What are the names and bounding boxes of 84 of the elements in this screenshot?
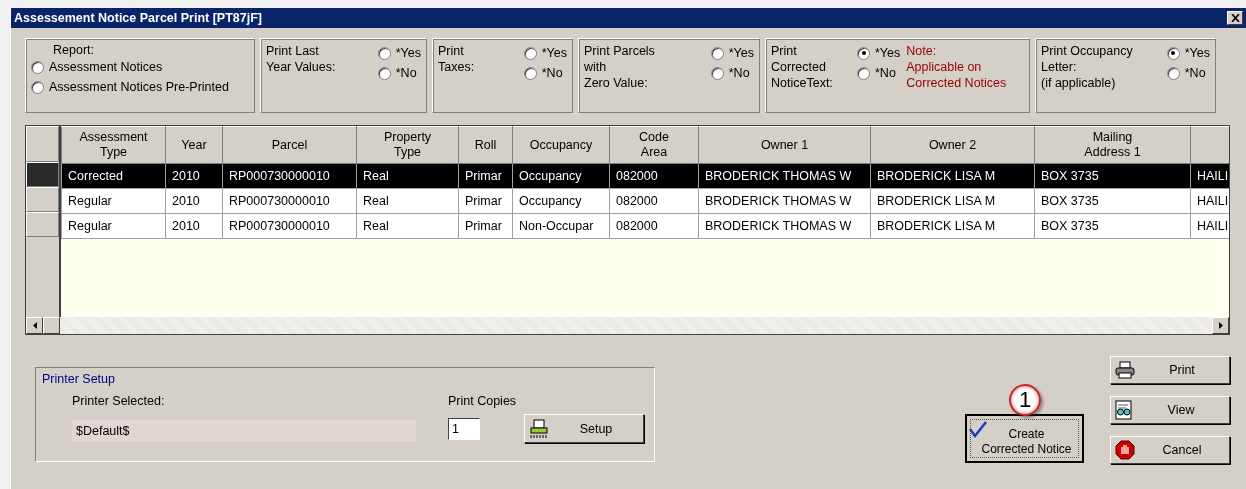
radio-label: *Yes: [395, 46, 421, 60]
printer-value: $Default$: [72, 420, 416, 442]
table-cell: RP000730000010: [222, 188, 357, 214]
table-cell: BRODERICK LISA M: [870, 163, 1035, 189]
radio-label: *No: [875, 66, 896, 80]
radio-label: *Yes: [728, 46, 754, 60]
radio-button[interactable]: [523, 46, 537, 60]
printer-icon: [1115, 361, 1135, 379]
field-label: Print Copies: [448, 394, 518, 408]
view-button[interactable]: View: [1110, 396, 1230, 424]
radio-label: *Yes: [875, 46, 901, 60]
copies-field[interactable]: 1: [448, 417, 480, 440]
table-cell: Regular: [61, 213, 166, 239]
left-arrow-icon: [32, 322, 37, 329]
column-header[interactable]: Owner 1: [698, 126, 871, 164]
table-cell: Real: [356, 188, 459, 214]
table-cell: Real: [356, 213, 459, 239]
radio-label: *No: [728, 66, 750, 80]
create-corrected-notice-button[interactable]: Create Corrected Notice: [965, 414, 1084, 463]
table-cell: BRODERICK LISA M: [870, 213, 1035, 239]
printer-icon: [529, 418, 549, 439]
scroll-right-button[interactable]: [1212, 317, 1229, 334]
column-header[interactable]: Property Type: [356, 126, 459, 164]
cancel-button[interactable]: Cancel: [1110, 436, 1230, 464]
table-cell: RP000730000010: [222, 213, 357, 239]
check-icon: [969, 420, 987, 438]
table-cell: BOX 3735: [1034, 213, 1191, 239]
table-cell: 082000: [609, 213, 699, 239]
table-cell: Occupancy: [512, 163, 610, 189]
group-label: Print Last Year Values:: [266, 43, 337, 76]
setup-button[interactable]: Setup: [524, 414, 644, 443]
radio-label: *Yes: [541, 46, 567, 60]
group-label: Report:: [52, 43, 95, 57]
note-text: Note: Applicable on Corrected Notices: [906, 43, 1007, 92]
table-cell: Non-Occupar: [512, 213, 610, 239]
column-header[interactable]: Occupancy: [512, 126, 610, 164]
right-arrow-icon: [1218, 322, 1223, 329]
column-header[interactable]: Year: [165, 126, 223, 164]
window-title: Assessement Notice Parcel Print [PT87jF]: [14, 11, 262, 25]
table-cell: Occupancy: [512, 188, 610, 214]
table-cell: Corrected: [61, 163, 166, 189]
table-cell: BOX 3735: [1034, 188, 1191, 214]
row-selector[interactable]: [26, 162, 59, 187]
table-cell: BRODERICK THOMAS W: [698, 213, 871, 239]
callout-badge: 1: [1009, 384, 1041, 416]
table-cell: RP000730000010: [222, 163, 357, 189]
close-icon: [1230, 14, 1240, 22]
radio-button[interactable]: [857, 66, 870, 80]
print-button[interactable]: Print: [1110, 356, 1230, 384]
radio-label: *Yes: [1184, 46, 1210, 60]
scrollbar-thumb[interactable]: [43, 317, 60, 334]
table-cell: BRODERICK THOMAS W: [698, 163, 871, 189]
column-header[interactable]: Roll: [458, 126, 513, 164]
panel-title: Printer Setup: [42, 372, 116, 386]
column-header[interactable]: Parcel: [222, 126, 357, 164]
radio-label: Assessment Notices Pre-Printed: [49, 80, 229, 94]
radio-button[interactable]: [377, 66, 391, 80]
glasses-document-icon: [1115, 400, 1133, 420]
table-cell: Real: [356, 163, 459, 189]
radio-label: *No: [541, 66, 563, 80]
field-label: Printer Selected:: [72, 394, 166, 408]
table-cell: BOX 3735: [1034, 163, 1191, 189]
table-cell: 082000: [609, 188, 699, 214]
table-cell: BRODERICK LISA M: [870, 188, 1035, 214]
column-header[interactable]: Mailing Address 1: [1034, 126, 1191, 164]
group-label: Print Parcels with Zero Value:: [584, 43, 656, 92]
column-header[interactable]: Owner 2: [870, 126, 1035, 164]
scroll-left-button[interactable]: [26, 317, 43, 334]
column-header[interactable]: Code Area: [609, 126, 699, 164]
radio-button[interactable]: [1166, 46, 1180, 60]
radio-label: *No: [1184, 66, 1206, 80]
stop-hand-icon: [1115, 440, 1135, 460]
radio-label: *No: [395, 66, 417, 80]
group-label: Print Taxes:: [438, 43, 476, 76]
group-label: Print Occupancy Letter: (if applicable): [1041, 43, 1134, 92]
group-label: Print Corrected NoticeText:: [771, 43, 834, 92]
column-header[interactable]: Assessment Type: [61, 126, 166, 164]
table-cell: Regular: [61, 188, 166, 214]
radio-label: Assessment Notices: [49, 60, 163, 74]
table-cell: 082000: [609, 163, 699, 189]
radio-button[interactable]: [1166, 66, 1180, 80]
close-button[interactable]: [1227, 11, 1243, 25]
radio-button[interactable]: [31, 60, 44, 74]
table-cell: BRODERICK THOMAS W: [698, 188, 871, 214]
